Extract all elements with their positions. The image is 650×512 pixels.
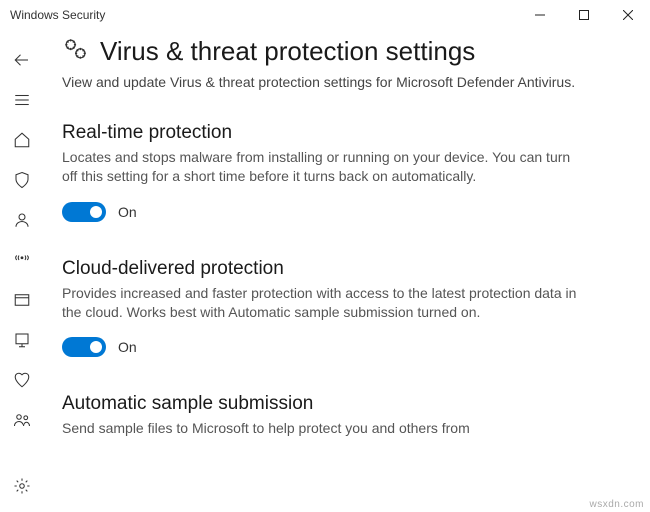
sidebar-item-app-browser[interactable] bbox=[0, 280, 44, 320]
menu-button[interactable] bbox=[0, 80, 44, 120]
autosample-title: Automatic sample submission bbox=[62, 393, 582, 415]
cloud-toggle[interactable] bbox=[62, 337, 106, 357]
page-description: View and update Virus & threat protectio… bbox=[62, 73, 582, 92]
sidebar-item-device-health[interactable] bbox=[0, 360, 44, 400]
sidebar-item-firewall[interactable] bbox=[0, 240, 44, 280]
minimize-button[interactable] bbox=[518, 0, 562, 30]
sidebar-item-family[interactable] bbox=[0, 400, 44, 440]
cloud-toggle-row: On bbox=[62, 337, 582, 357]
back-button[interactable] bbox=[0, 40, 44, 80]
autosample-desc: Send sample files to Microsoft to help p… bbox=[62, 419, 582, 438]
realtime-toggle-label: On bbox=[118, 204, 137, 220]
sidebar-item-account[interactable] bbox=[0, 200, 44, 240]
realtime-toggle[interactable] bbox=[62, 202, 106, 222]
section-autosample: Automatic sample submission Send sample … bbox=[62, 393, 582, 438]
section-realtime: Real-time protection Locates and stops m… bbox=[62, 122, 582, 222]
page-header: Virus & threat protection settings bbox=[62, 36, 614, 67]
realtime-title: Real-time protection bbox=[62, 122, 582, 144]
cloud-toggle-label: On bbox=[118, 339, 137, 355]
titlebar: Windows Security bbox=[0, 0, 650, 30]
sidebar-item-virus[interactable] bbox=[0, 160, 44, 200]
section-cloud: Cloud-delivered protection Provides incr… bbox=[62, 258, 582, 358]
maximize-button[interactable] bbox=[562, 0, 606, 30]
page-title: Virus & threat protection settings bbox=[100, 36, 475, 67]
realtime-toggle-row: On bbox=[62, 202, 582, 222]
cloud-title: Cloud-delivered protection bbox=[62, 258, 582, 280]
virus-settings-icon bbox=[62, 36, 88, 67]
sidebar-item-settings[interactable] bbox=[0, 466, 44, 506]
main-content: Virus & threat protection settings View … bbox=[44, 30, 650, 512]
sidebar-item-device-security[interactable] bbox=[0, 320, 44, 360]
cloud-desc: Provides increased and faster protection… bbox=[62, 284, 582, 322]
sidebar bbox=[0, 30, 44, 512]
window-title: Windows Security bbox=[10, 8, 105, 22]
watermark: wsxdn.com bbox=[589, 499, 644, 510]
app-body: Virus & threat protection settings View … bbox=[0, 30, 650, 512]
realtime-desc: Locates and stops malware from installin… bbox=[62, 148, 582, 186]
sidebar-item-home[interactable] bbox=[0, 120, 44, 160]
app-window: Windows Security bbox=[0, 0, 650, 512]
close-button[interactable] bbox=[606, 0, 650, 30]
window-controls bbox=[518, 0, 650, 30]
